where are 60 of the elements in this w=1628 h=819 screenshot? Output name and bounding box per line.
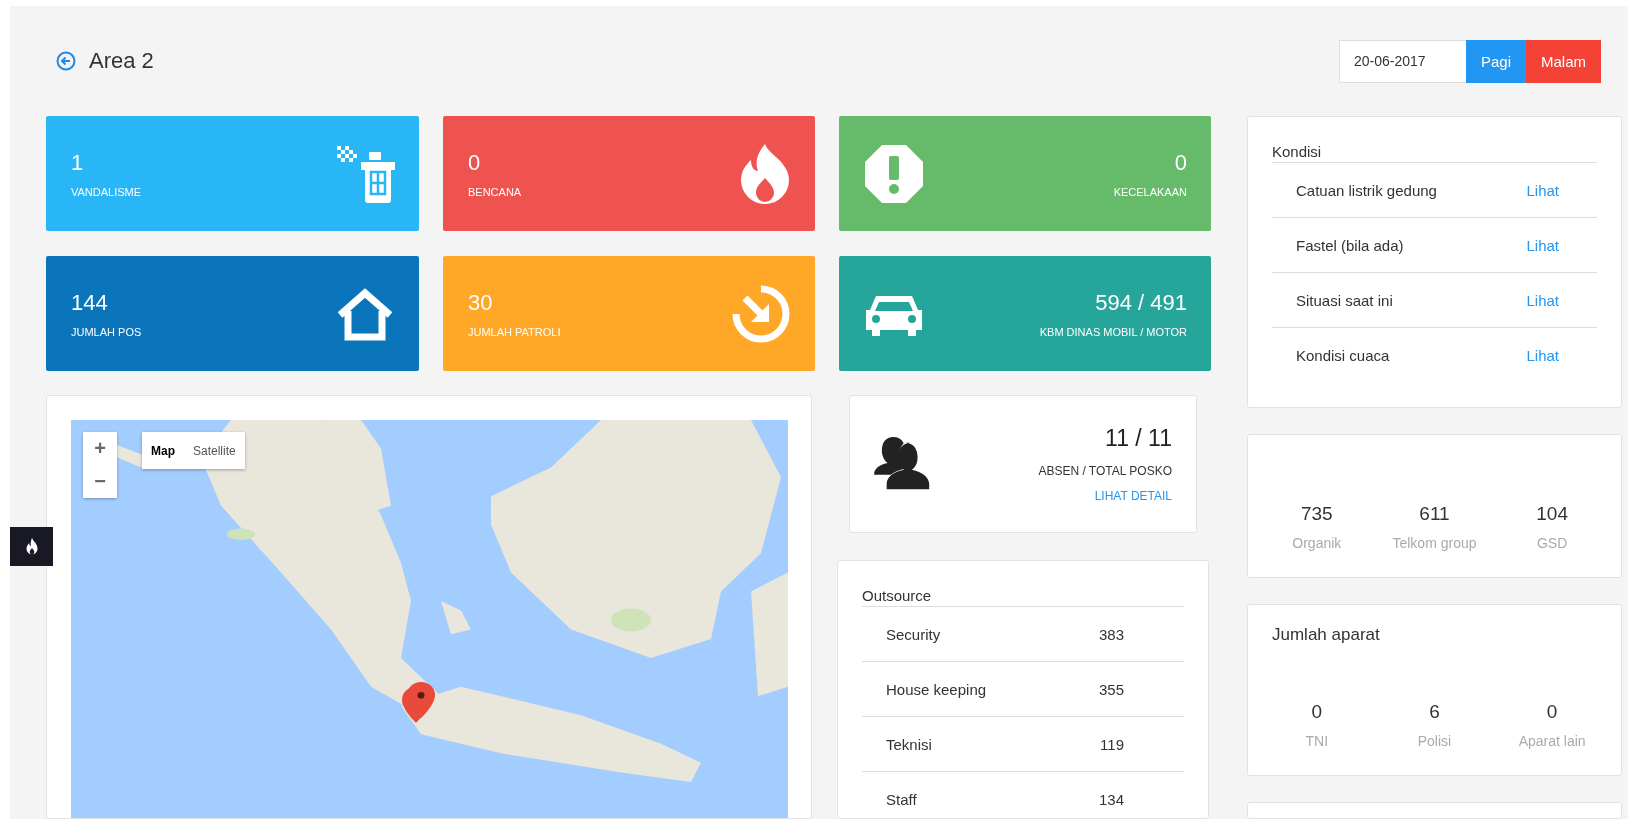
card-value: 0 — [468, 149, 482, 176]
row-label: Kondisi cuaca — [1296, 346, 1390, 364]
detail-link[interactable]: LIHAT DETAIL — [1094, 488, 1172, 503]
attendance-value: 11 / 11 — [1104, 424, 1172, 452]
stat-value: 0 — [1310, 701, 1324, 723]
shift-button[interactable]: Malam — [1526, 39, 1601, 83]
stat-label: TNI — [1304, 733, 1330, 749]
stat-label: Aparat lain — [1517, 733, 1587, 749]
stat-value: 735 — [1299, 503, 1334, 525]
fire-button[interactable] — [10, 527, 53, 566]
row-value: 134 — [1098, 790, 1124, 808]
card-label: JUMLAH POS — [71, 325, 142, 338]
panel-title: Kondisi — [1272, 143, 1597, 163]
clock-arrow-icon — [731, 283, 791, 344]
zoom-button[interactable]: + — [83, 432, 117, 465]
house-icon — [335, 286, 395, 341]
row-label: Situasi saat ini — [1296, 291, 1393, 309]
card-value: 1 — [71, 149, 85, 176]
card-value: 0 — [1173, 149, 1187, 176]
stat-value: 0 — [1545, 701, 1559, 723]
card-label: BENCANA — [468, 185, 522, 198]
row-value: 119 — [1100, 735, 1124, 753]
row-label: Security — [886, 625, 941, 643]
attendance-label: ABSEN / TOTAL POSKO — [1038, 463, 1172, 478]
stat-label: Organik — [1291, 535, 1343, 551]
warning-octagon-icon — [864, 143, 924, 204]
zoom-button[interactable]: − — [83, 465, 117, 498]
flame-icon — [739, 143, 791, 204]
card-value: 30 — [468, 289, 494, 316]
card-label: VANDALISME — [71, 185, 142, 198]
stat-label: Polisi — [1416, 733, 1453, 749]
page-title: Area 2 — [89, 48, 154, 74]
card-label: JUMLAH PATROLI — [468, 325, 561, 338]
stat-value: 104 — [1535, 503, 1569, 525]
map-type-toggle[interactable]: Map — [142, 432, 184, 469]
shift-button[interactable]: Pagi — [1465, 39, 1526, 83]
row-label: Teknisi — [886, 735, 932, 753]
view-link[interactable]: Lihat — [1526, 181, 1559, 199]
panel-title: Jumlah aparat — [1271, 625, 1381, 645]
row-label: House keeping — [886, 680, 987, 698]
back-icon — [56, 51, 76, 71]
stat-value: 6 — [1428, 701, 1441, 723]
panel-title: Outsource — [862, 587, 1184, 607]
stat-value: 611 — [1418, 503, 1451, 525]
view-link[interactable]: Lihat — [1526, 291, 1559, 309]
row-label: Staff — [886, 790, 917, 808]
card-value: 144 — [71, 289, 109, 316]
map-type-toggle[interactable]: Satellite — [184, 432, 245, 469]
row-value: 383 — [1098, 625, 1124, 643]
date-field[interactable]: 20-06-2017 — [1338, 39, 1466, 83]
view-link[interactable]: Lihat — [1526, 236, 1559, 254]
card-label: KBM DINAS MOBIL / MOTOR — [1039, 325, 1187, 338]
row-label: Fastel (bila ada) — [1296, 236, 1404, 254]
stat-label: GSD — [1536, 535, 1569, 551]
row-value: 355 — [1098, 680, 1124, 698]
card-value: 594 / 491 — [1094, 289, 1187, 316]
row-label: Catuan listrik gedung — [1296, 181, 1437, 199]
view-link[interactable]: Lihat — [1526, 346, 1559, 364]
stat-label: Telkom group — [1391, 535, 1478, 551]
card-label: KECELAKAAN — [1113, 185, 1187, 198]
